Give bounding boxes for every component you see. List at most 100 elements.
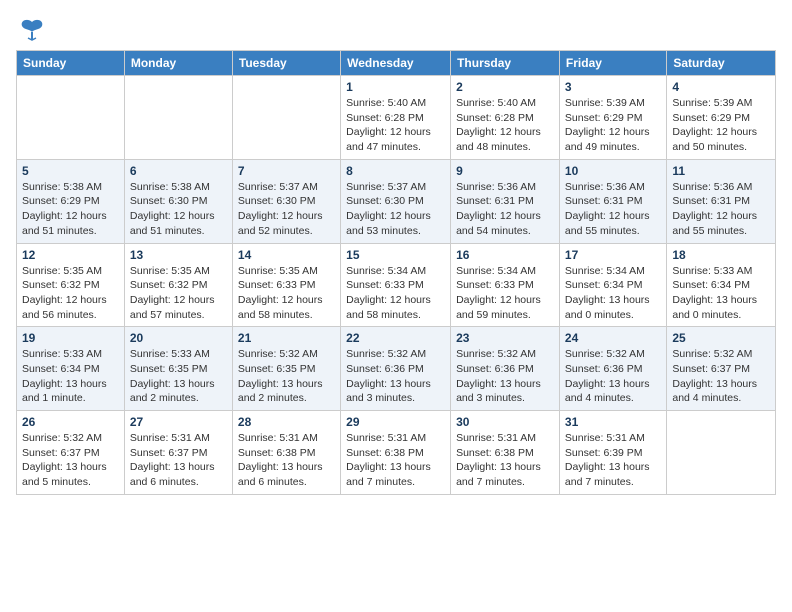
- calendar-cell: 14 Sunrise: 5:35 AM Sunset: 6:33 PM Dayli…: [232, 243, 340, 327]
- day-info: Sunrise: 5:31 AM Sunset: 6:38 PM Dayligh…: [238, 431, 335, 490]
- day-info: Sunrise: 5:36 AM Sunset: 6:31 PM Dayligh…: [565, 180, 661, 239]
- day-number: 27: [130, 415, 227, 429]
- day-number: 30: [456, 415, 554, 429]
- day-number: 10: [565, 164, 661, 178]
- calendar-cell: [667, 411, 776, 495]
- day-number: 17: [565, 248, 661, 262]
- day-number: 11: [672, 164, 770, 178]
- day-number: 13: [130, 248, 227, 262]
- calendar-cell: 9Sunrise: 5:36 AM Sunset: 6:31 PM Daylig…: [451, 159, 560, 243]
- day-number: 15: [346, 248, 445, 262]
- day-info: Sunrise: 5:31 AM Sunset: 6:37 PM Dayligh…: [130, 431, 227, 490]
- calendar-body: 1 Sunrise: 5:40 AM Sunset: 6:28 PM Daylig…: [17, 76, 776, 495]
- calendar-week-row: 19 Sunrise: 5:33 AM Sunset: 6:34 PM Dayli…: [17, 327, 776, 411]
- day-number: 26: [22, 415, 119, 429]
- day-number: 23: [456, 331, 554, 345]
- day-number: 1: [346, 80, 445, 94]
- day-info: Sunrise: 5:38 AM Sunset: 6:30 PM Dayligh…: [130, 180, 227, 239]
- calendar-cell: 19 Sunrise: 5:33 AM Sunset: 6:34 PM Dayli…: [17, 327, 125, 411]
- day-info: Sunrise: 5:31 AM Sunset: 6:39 PM Dayligh…: [565, 431, 661, 490]
- day-number: 2: [456, 80, 554, 94]
- calendar-cell: 23 Sunrise: 5:32 AM Sunset: 6:36 PM Dayli…: [451, 327, 560, 411]
- calendar-week-row: 1 Sunrise: 5:40 AM Sunset: 6:28 PM Daylig…: [17, 76, 776, 160]
- day-info: Sunrise: 5:34 AM Sunset: 6:34 PM Dayligh…: [565, 264, 661, 323]
- day-info: Sunrise: 5:31 AM Sunset: 6:38 PM Dayligh…: [346, 431, 445, 490]
- calendar-cell: 8 Sunrise: 5:37 AM Sunset: 6:30 PM Daylig…: [341, 159, 451, 243]
- calendar-cell: 6 Sunrise: 5:38 AM Sunset: 6:30 PM Daylig…: [124, 159, 232, 243]
- calendar-cell: [232, 76, 340, 160]
- calendar-week-row: 5 Sunrise: 5:38 AM Sunset: 6:29 PM Daylig…: [17, 159, 776, 243]
- day-info: Sunrise: 5:40 AM Sunset: 6:28 PM Dayligh…: [456, 96, 554, 155]
- calendar-cell: 31 Sunrise: 5:31 AM Sunset: 6:39 PM Dayli…: [559, 411, 666, 495]
- day-info: Sunrise: 5:34 AM Sunset: 6:33 PM Dayligh…: [346, 264, 445, 323]
- day-number: 16: [456, 248, 554, 262]
- weekday-header-saturday: Saturday: [667, 51, 776, 76]
- calendar-cell: 20 Sunrise: 5:33 AM Sunset: 6:35 PM Dayli…: [124, 327, 232, 411]
- day-number: 5: [22, 164, 119, 178]
- day-info: Sunrise: 5:39 AM Sunset: 6:29 PM Dayligh…: [565, 96, 661, 155]
- calendar-cell: 5 Sunrise: 5:38 AM Sunset: 6:29 PM Daylig…: [17, 159, 125, 243]
- weekday-header-monday: Monday: [124, 51, 232, 76]
- day-info: Sunrise: 5:32 AM Sunset: 6:37 PM Dayligh…: [672, 347, 770, 406]
- calendar-cell: 30 Sunrise: 5:31 AM Sunset: 6:38 PM Dayli…: [451, 411, 560, 495]
- logo: [16, 16, 46, 40]
- calendar-week-row: 12 Sunrise: 5:35 AM Sunset: 6:32 PM Dayli…: [17, 243, 776, 327]
- day-info: Sunrise: 5:33 AM Sunset: 6:34 PM Dayligh…: [672, 264, 770, 323]
- calendar-cell: 10 Sunrise: 5:36 AM Sunset: 6:31 PM Dayli…: [559, 159, 666, 243]
- day-info: Sunrise: 5:32 AM Sunset: 6:36 PM Dayligh…: [346, 347, 445, 406]
- day-info: Sunrise: 5:37 AM Sunset: 6:30 PM Dayligh…: [238, 180, 335, 239]
- day-number: 3: [565, 80, 661, 94]
- calendar-cell: [124, 76, 232, 160]
- day-number: 21: [238, 331, 335, 345]
- day-info: Sunrise: 5:32 AM Sunset: 6:37 PM Dayligh…: [22, 431, 119, 490]
- weekday-header-wednesday: Wednesday: [341, 51, 451, 76]
- day-number: 14: [238, 248, 335, 262]
- day-info: Sunrise: 5:36 AM Sunset: 6:31 PM Dayligh…: [456, 180, 554, 239]
- day-info: Sunrise: 5:38 AM Sunset: 6:29 PM Dayligh…: [22, 180, 119, 239]
- calendar-cell: 29 Sunrise: 5:31 AM Sunset: 6:38 PM Dayli…: [341, 411, 451, 495]
- day-number: 12: [22, 248, 119, 262]
- day-number: 24: [565, 331, 661, 345]
- day-number: 6: [130, 164, 227, 178]
- day-info: Sunrise: 5:33 AM Sunset: 6:34 PM Dayligh…: [22, 347, 119, 406]
- day-number: 20: [130, 331, 227, 345]
- day-info: Sunrise: 5:32 AM Sunset: 6:36 PM Dayligh…: [565, 347, 661, 406]
- calendar-cell: 21Sunrise: 5:32 AM Sunset: 6:35 PM Dayli…: [232, 327, 340, 411]
- day-info: Sunrise: 5:39 AM Sunset: 6:29 PM Dayligh…: [672, 96, 770, 155]
- calendar-cell: 27 Sunrise: 5:31 AM Sunset: 6:37 PM Dayli…: [124, 411, 232, 495]
- calendar-cell: 13 Sunrise: 5:35 AM Sunset: 6:32 PM Dayli…: [124, 243, 232, 327]
- day-number: 28: [238, 415, 335, 429]
- day-number: 4: [672, 80, 770, 94]
- weekday-header-friday: Friday: [559, 51, 666, 76]
- day-info: Sunrise: 5:35 AM Sunset: 6:33 PM Dayligh…: [238, 264, 335, 323]
- day-info: Sunrise: 5:33 AM Sunset: 6:35 PM Dayligh…: [130, 347, 227, 406]
- day-info: Sunrise: 5:36 AM Sunset: 6:31 PM Dayligh…: [672, 180, 770, 239]
- page-header: [16, 16, 776, 40]
- day-number: 31: [565, 415, 661, 429]
- day-number: 29: [346, 415, 445, 429]
- day-number: 22: [346, 331, 445, 345]
- calendar-header-row: SundayMondayTuesdayWednesdayThursdayFrid…: [17, 51, 776, 76]
- calendar-cell: 18 Sunrise: 5:33 AM Sunset: 6:34 PM Dayli…: [667, 243, 776, 327]
- calendar-cell: 1 Sunrise: 5:40 AM Sunset: 6:28 PM Daylig…: [341, 76, 451, 160]
- calendar-cell: 15 Sunrise: 5:34 AM Sunset: 6:33 PM Dayli…: [341, 243, 451, 327]
- weekday-header-tuesday: Tuesday: [232, 51, 340, 76]
- calendar-cell: [17, 76, 125, 160]
- day-info: Sunrise: 5:31 AM Sunset: 6:38 PM Dayligh…: [456, 431, 554, 490]
- day-info: Sunrise: 5:34 AM Sunset: 6:33 PM Dayligh…: [456, 264, 554, 323]
- weekday-header-thursday: Thursday: [451, 51, 560, 76]
- calendar-cell: 2 Sunrise: 5:40 AM Sunset: 6:28 PM Daylig…: [451, 76, 560, 160]
- day-number: 8: [346, 164, 445, 178]
- day-number: 19: [22, 331, 119, 345]
- calendar-cell: 7Sunrise: 5:37 AM Sunset: 6:30 PM Daylig…: [232, 159, 340, 243]
- calendar-cell: 17 Sunrise: 5:34 AM Sunset: 6:34 PM Dayli…: [559, 243, 666, 327]
- calendar-cell: 4 Sunrise: 5:39 AM Sunset: 6:29 PM Daylig…: [667, 76, 776, 160]
- day-info: Sunrise: 5:32 AM Sunset: 6:36 PM Dayligh…: [456, 347, 554, 406]
- logo-bird-icon: [18, 16, 46, 44]
- day-info: Sunrise: 5:37 AM Sunset: 6:30 PM Dayligh…: [346, 180, 445, 239]
- calendar-cell: 28 Sunrise: 5:31 AM Sunset: 6:38 PM Dayli…: [232, 411, 340, 495]
- calendar-cell: 22 Sunrise: 5:32 AM Sunset: 6:36 PM Dayli…: [341, 327, 451, 411]
- day-number: 18: [672, 248, 770, 262]
- day-info: Sunrise: 5:35 AM Sunset: 6:32 PM Dayligh…: [130, 264, 227, 323]
- day-info: Sunrise: 5:40 AM Sunset: 6:28 PM Dayligh…: [346, 96, 445, 155]
